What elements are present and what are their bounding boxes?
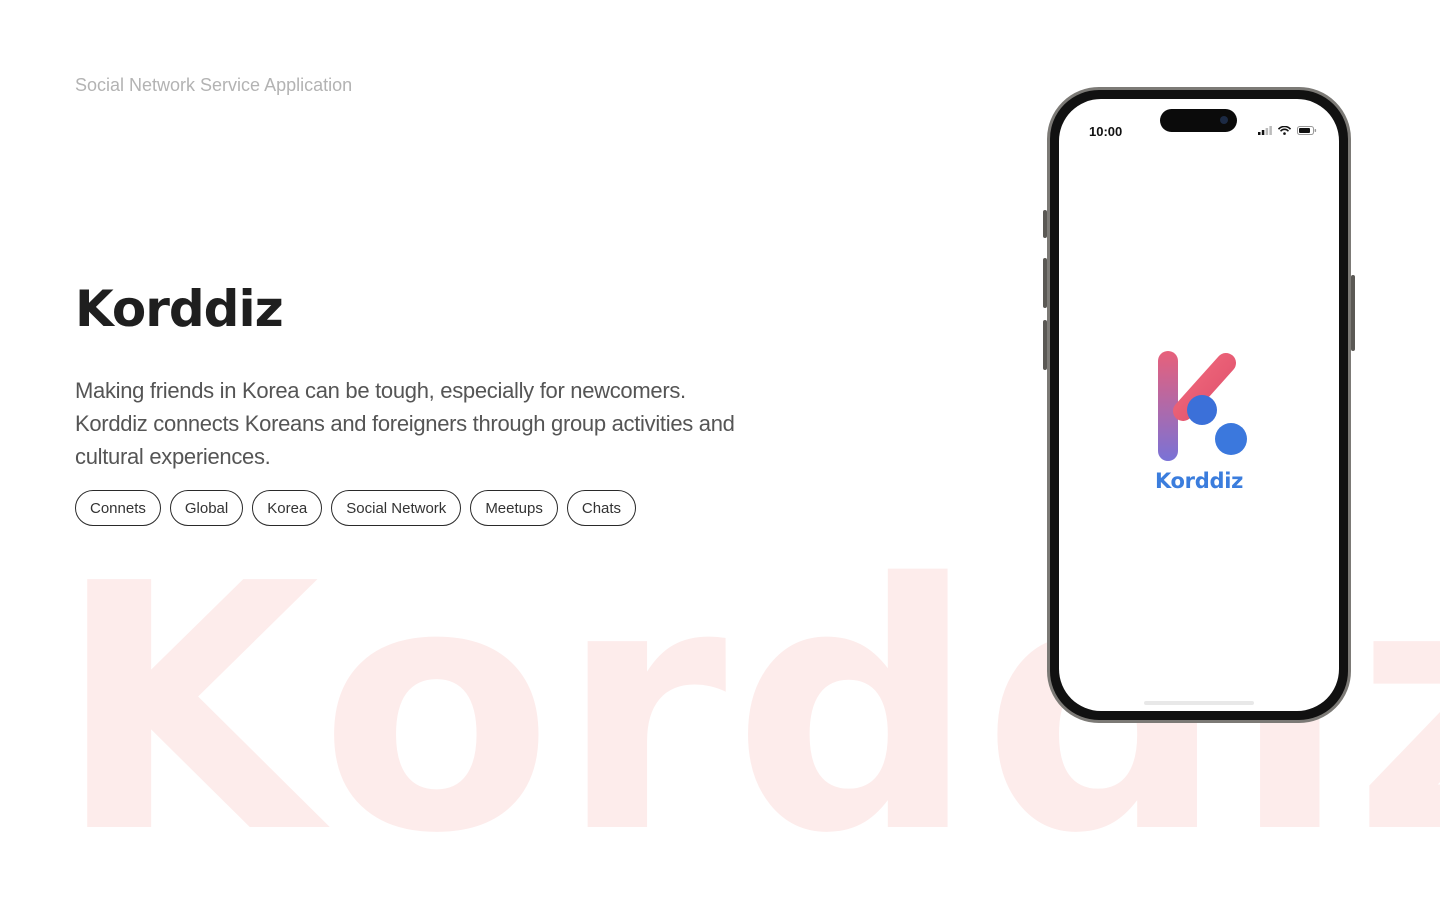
phone-mockup: 10:00 Korddiz	[1043, 87, 1355, 723]
tag-meetups[interactable]: Meetups	[470, 490, 558, 526]
tag-social-network[interactable]: Social Network	[331, 490, 462, 526]
tag-global[interactable]: Global	[169, 490, 244, 526]
phone-volume-up-button	[1043, 258, 1047, 308]
page-title: Korddiz	[75, 280, 284, 338]
tag-list: Connets Global Korea Social Network Meet…	[75, 490, 637, 526]
app-name-label: Korddiz	[1154, 469, 1244, 493]
tag-chats[interactable]: Chats	[566, 490, 637, 526]
korddiz-k-logo-icon	[1158, 351, 1247, 461]
tag-connets[interactable]: Connets	[75, 490, 161, 526]
battery-icon	[1297, 126, 1317, 135]
phone-screen: 10:00 Korddiz	[1059, 99, 1339, 711]
app-logo	[1147, 349, 1267, 474]
wifi-icon	[1278, 126, 1291, 135]
home-indicator	[1144, 701, 1254, 705]
camera-dot	[1220, 116, 1228, 124]
tag-korea[interactable]: Korea	[252, 490, 323, 526]
dynamic-island	[1160, 109, 1237, 132]
status-time: 10:00	[1089, 124, 1123, 139]
signal-icon	[1258, 126, 1272, 135]
phone-action-button	[1043, 210, 1047, 238]
phone-power-button	[1351, 275, 1355, 351]
page-eyebrow: Social Network Service Application	[75, 75, 353, 95]
hero-description: Making friends in Korea can be tough, es…	[75, 378, 735, 469]
status-icons	[1258, 126, 1317, 135]
phone-volume-down-button	[1043, 320, 1047, 370]
